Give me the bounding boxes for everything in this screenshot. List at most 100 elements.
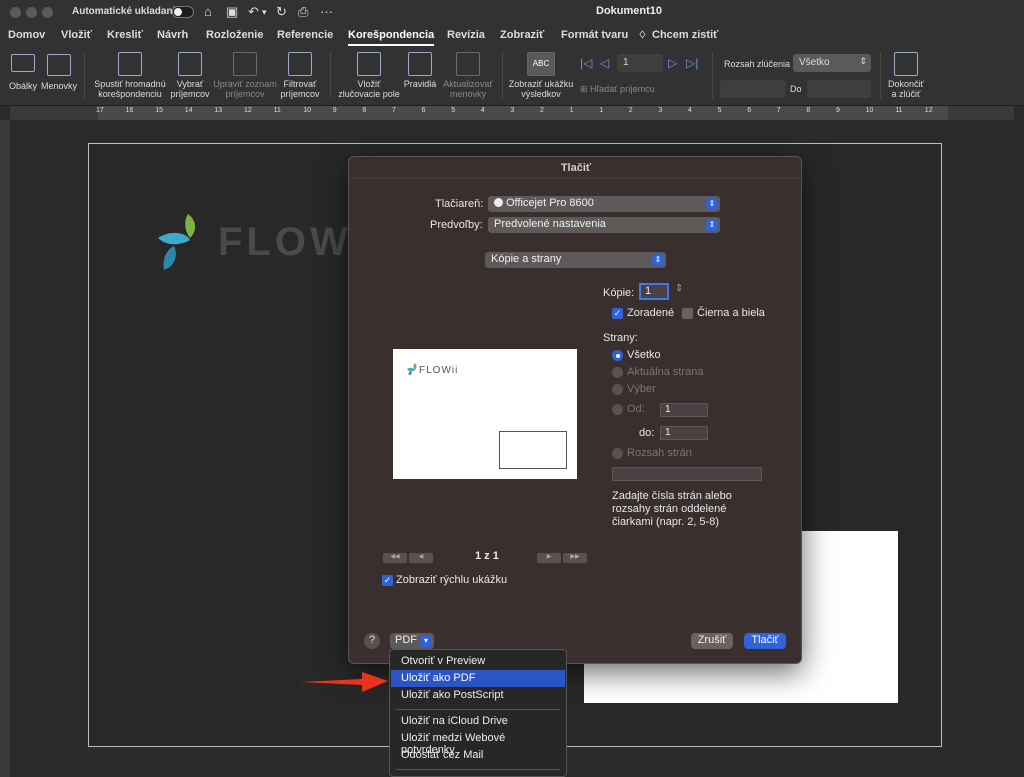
zoom-window-button[interactable]	[42, 7, 53, 18]
finish-merge-label-2: a zlúčiť	[891, 89, 921, 99]
pages-from-input[interactable]: 1	[660, 403, 708, 417]
pages-all-radio[interactable]	[612, 350, 623, 361]
ruler-tick-label: 12	[244, 107, 252, 114]
merge-range-to-label: Do	[790, 84, 802, 94]
pages-to-label: do:	[639, 427, 655, 439]
copies-input[interactable]: 1	[639, 283, 669, 300]
collated-checkbox[interactable]: ✓	[612, 308, 623, 319]
menu-item-send-mail[interactable]: Odoslať cez Mail	[391, 747, 565, 764]
tab-shape-format[interactable]: Formát tvaru	[561, 29, 628, 41]
tab-review[interactable]: Revízia	[447, 29, 485, 41]
merge-range-to-input[interactable]	[807, 80, 871, 98]
find-recipient-button[interactable]: ⊞ Hľadať príjemcu	[580, 84, 690, 94]
ruler-tick-label: 7	[392, 107, 396, 114]
preview-next-page-button[interactable]: ▶	[537, 553, 561, 563]
tab-draw[interactable]: Kresliť	[107, 29, 143, 41]
quick-preview-checkbox[interactable]: ✓	[382, 575, 393, 586]
start-mail-merge-button[interactable]: Spustiť hromadnú korešpondenciu	[92, 52, 168, 99]
pages-range-input[interactable]	[612, 467, 762, 481]
printer-select[interactable]: Officejet Pro 8600 ⇕	[488, 196, 720, 212]
menu-item-save-icloud[interactable]: Uložiť na iCloud Drive	[391, 713, 565, 730]
insert-merge-field-button[interactable]: Vložiť zlučovacie pole	[336, 52, 402, 99]
pages-to-input[interactable]: 1	[660, 426, 708, 440]
tab-mailings[interactable]: Korešpondencia	[348, 29, 435, 46]
preview-results-button[interactable]: ABC Zobraziť ukážku výsledkov	[506, 52, 576, 99]
ruler-tick-label: 5	[451, 107, 456, 114]
copies-stepper-icon[interactable]: ⇕	[675, 283, 683, 294]
edit-list-icon	[233, 52, 257, 76]
minimize-window-button[interactable]	[26, 7, 37, 18]
labels-button[interactable]: Menovky	[40, 54, 78, 91]
preview-address-box	[499, 431, 567, 469]
finish-merge-button[interactable]: Dokončiť a zlúčiť	[884, 52, 928, 99]
select-recipients-label-2: príjemcov	[170, 89, 210, 99]
menu-item-open-preview[interactable]: Otvoriť v Preview	[391, 653, 565, 670]
black-white-checkbox[interactable]	[682, 308, 693, 319]
print-button[interactable]: Tlačiť	[744, 633, 786, 649]
pdf-button-label: PDF	[395, 634, 417, 646]
horizontal-ruler[interactable]: 17 16 15 14 13 12 11 10 9 8 7 6 5 4 3 2 1 1 2 3 4 5 6 7 8 9 10 11 12	[10, 106, 1014, 120]
pages-range-label: Rozsah strán	[627, 447, 692, 459]
merge-range-value: Všetko	[799, 57, 830, 68]
ruler-tick-label: 11	[895, 107, 903, 114]
menu-item-save-as-pdf[interactable]: Uložiť ako PDF	[391, 670, 565, 687]
merge-range-select[interactable]: Všetko ⇕	[793, 54, 871, 72]
tab-design[interactable]: Návrh	[157, 29, 188, 41]
tab-insert[interactable]: Vložiť	[61, 29, 92, 41]
undo-dropdown-icon[interactable]: ▾	[262, 7, 267, 18]
save-icon[interactable]: ▣	[226, 4, 238, 20]
pages-from-radio[interactable]	[612, 404, 623, 415]
pages-current-radio[interactable]	[612, 367, 623, 378]
pdf-menu-button[interactable]: PDF ▾	[390, 633, 434, 649]
section-select[interactable]: Kópie a strany ⇕	[485, 252, 666, 268]
autosave-toggle[interactable]	[172, 6, 194, 18]
next-record-icon[interactable]: ▷	[668, 56, 677, 70]
filter-label-1: Filtrovať	[283, 79, 317, 89]
redo-icon[interactable]: ↻	[276, 4, 287, 20]
previous-record-icon[interactable]: ◁	[600, 56, 609, 70]
hint-line-1: Zadajte čísla strán alebo	[612, 490, 732, 502]
tab-references[interactable]: Referencie	[277, 29, 333, 41]
home-icon[interactable]: ⌂	[204, 4, 212, 19]
vertical-ruler[interactable]	[0, 120, 10, 777]
page-counter: 1 z 1	[475, 550, 499, 562]
close-window-button[interactable]	[10, 7, 21, 18]
undo-icon[interactable]: ↶	[248, 4, 259, 20]
tab-home[interactable]: Domov	[8, 29, 45, 41]
menu-separator	[396, 769, 560, 770]
menu-item-save-as-postscript[interactable]: Uložiť ako PostScript	[391, 687, 565, 704]
help-button[interactable]: ?	[364, 633, 380, 649]
select-recipients-button[interactable]: Vybrať príjemcov	[168, 52, 212, 99]
ruler-tick-label: 9	[836, 107, 840, 114]
ribbon: Obálky Menovky Spustiť hromadnú korešpon…	[0, 46, 1024, 106]
pages-range-radio[interactable]	[612, 448, 623, 459]
document-logo-text: FLOW	[218, 220, 352, 264]
edit-recipient-list-button[interactable]: Upraviť zoznam príjemcov	[212, 52, 278, 99]
collated-label: Zoradené	[627, 307, 675, 319]
cancel-button[interactable]: Zrušiť	[691, 633, 733, 649]
menu-item-save-web-receipts[interactable]: Uložiť medzi Webové potvrdenky	[391, 730, 565, 756]
preview-first-page-button[interactable]: ◀◀	[383, 553, 407, 563]
tab-tell-me[interactable]: Chcem zistiť	[652, 29, 718, 41]
more-icon[interactable]: ···	[320, 4, 333, 19]
merge-range-from-input[interactable]	[720, 80, 786, 98]
record-number-input[interactable]: 1	[617, 54, 663, 72]
envelopes-button[interactable]: Obálky	[8, 54, 38, 91]
last-record-icon[interactable]: ▷|	[686, 56, 698, 70]
tab-view[interactable]: Zobraziť	[500, 29, 544, 41]
pages-selection-radio[interactable]	[612, 384, 623, 395]
first-record-icon[interactable]: |◁	[580, 56, 592, 70]
print-icon[interactable]: ⎙	[298, 4, 308, 20]
ribbon-divider	[880, 52, 881, 98]
preview-prev-page-button[interactable]: ◀	[409, 553, 433, 563]
update-labels-button[interactable]: Aktualizovať menovky	[440, 52, 496, 99]
presets-select[interactable]: Predvolené nastavenia ⇕	[488, 217, 720, 233]
preview-last-page-button[interactable]: ▶▶	[563, 553, 587, 563]
chevron-down-icon: ▾	[420, 635, 432, 647]
start-merge-label-1: Spustiť hromadnú	[94, 79, 166, 89]
ruler-tick-label: 1	[599, 107, 604, 114]
filter-recipients-button[interactable]: Filtrovať príjemcov	[278, 52, 322, 99]
rules-button[interactable]: Pravidlá	[402, 52, 438, 89]
finish-merge-icon	[894, 52, 918, 76]
tab-layout[interactable]: Rozloženie	[206, 29, 263, 41]
